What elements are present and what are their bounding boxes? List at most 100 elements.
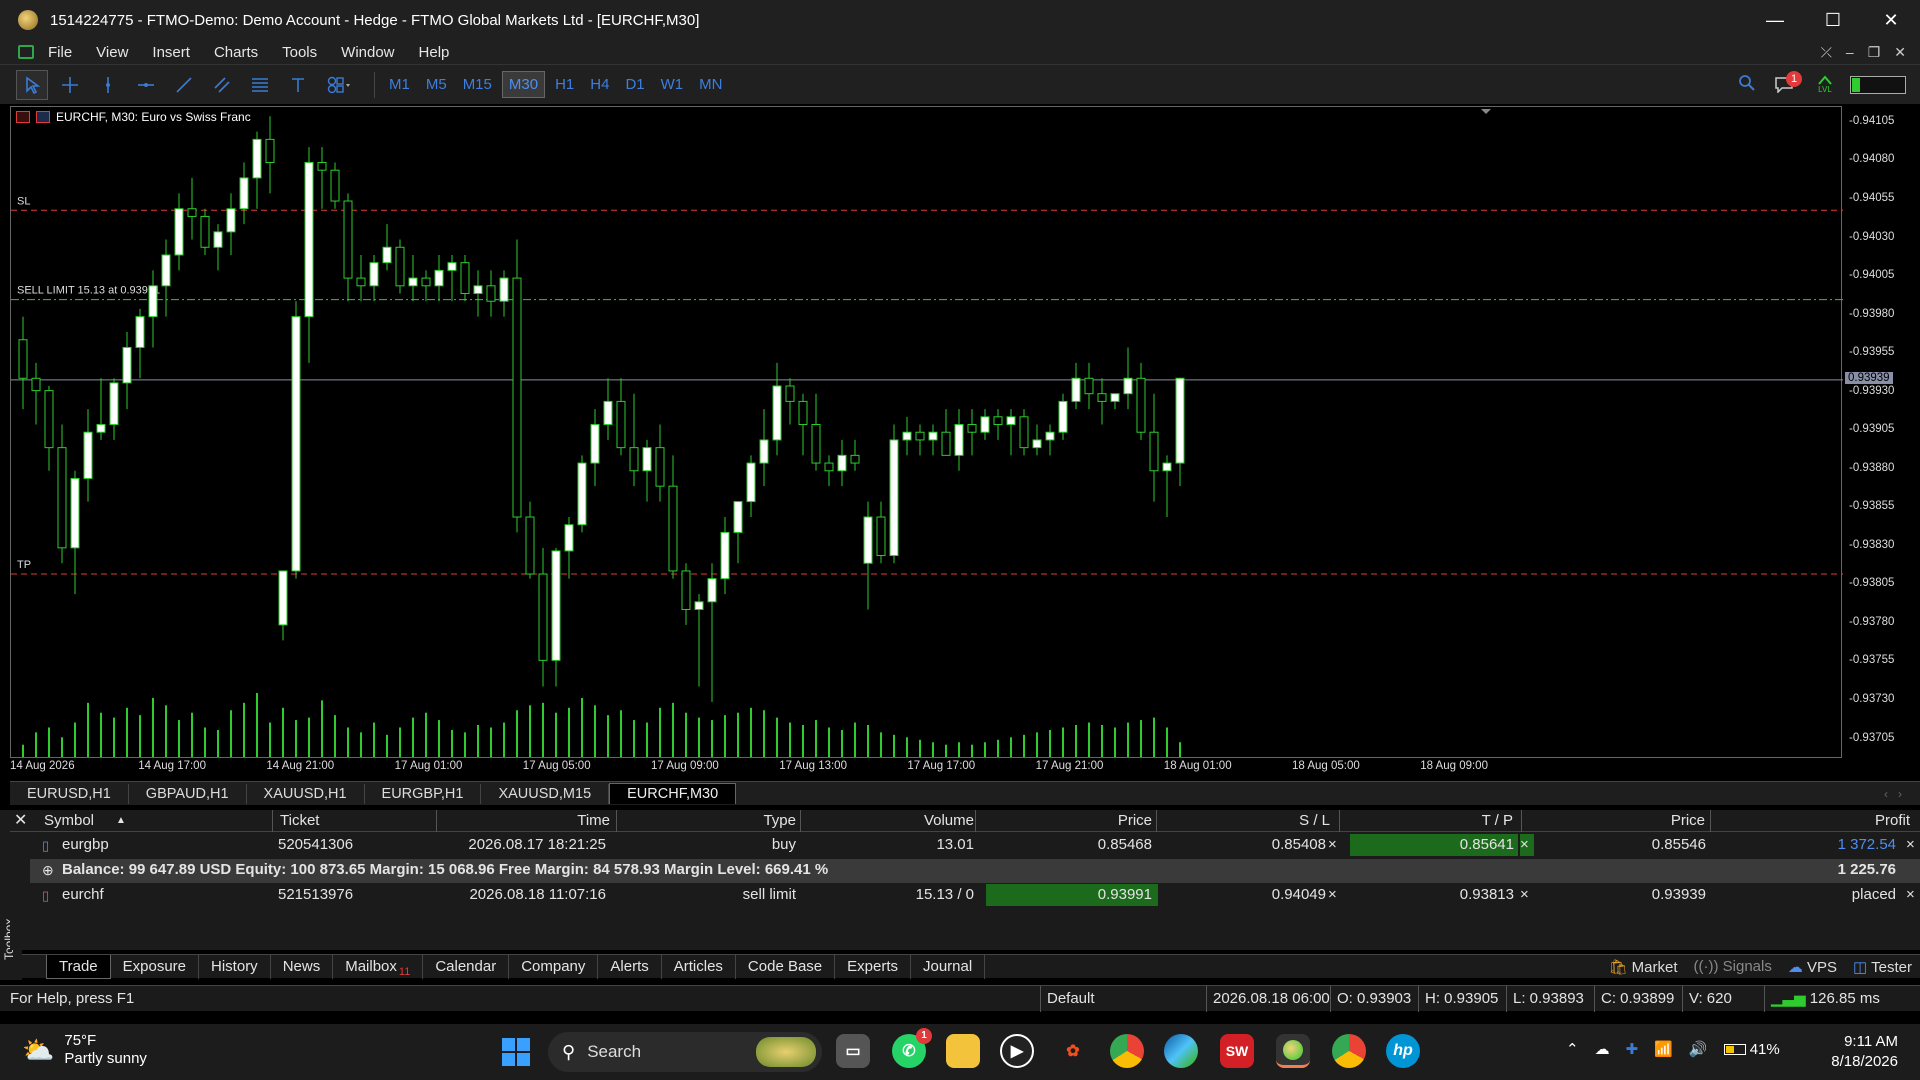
tab-trade[interactable]: Trade (46, 954, 111, 979)
col-price[interactable]: Price (980, 810, 1152, 832)
tab-scroll-arrows[interactable]: ‹ › (1884, 787, 1902, 801)
status-ping[interactable]: ▁▃▅ 126.85 ms (1764, 986, 1914, 1012)
metatrader-taskbar-icon[interactable] (1276, 1034, 1310, 1068)
shapes-tool-icon[interactable] (320, 70, 360, 100)
vps-link[interactable]: ☁ VPS (1788, 958, 1837, 976)
fibonacci-icon[interactable] (244, 70, 276, 100)
order-row-eurchf[interactable]: ▯ eurchf 521513976 2026.08.18 11:07:16 s… (30, 884, 1920, 908)
vertical-line-icon[interactable] (92, 70, 124, 100)
time-axis[interactable]: 14 Aug 2026 14 Aug 17:00 14 Aug 21:00 17 Au… (10, 758, 1842, 778)
col-volume[interactable]: Volume (804, 810, 974, 832)
trendline-icon[interactable] (168, 70, 200, 100)
chart-tab-gbpaud-h1[interactable]: GBPAUD,H1 (129, 783, 247, 804)
timeframe-m5[interactable]: M5 (420, 72, 453, 97)
solidworks-icon[interactable]: SW (1220, 1034, 1254, 1068)
chrome-icon[interactable] (1110, 1034, 1144, 1068)
chart-tab-xauusd-m15[interactable]: XAUUSD,M15 (481, 783, 610, 804)
timeframe-w1[interactable]: W1 (655, 72, 690, 97)
notifications-icon[interactable]: 1 (1774, 70, 1802, 95)
timeframe-h4[interactable]: H4 (584, 72, 615, 97)
chart-area[interactable]: SL TP SELL LIMIT 15.13 at 0.93991 (10, 106, 1843, 758)
chart-tab-eurgbp-h1[interactable]: EURGBP,H1 (365, 783, 482, 804)
close-terminal-icon[interactable]: ✕ (14, 810, 30, 832)
close-position-icon[interactable]: × (1906, 834, 1920, 856)
minimize-button[interactable]: — (1746, 10, 1804, 31)
col-time[interactable]: Time (440, 810, 610, 832)
row-sl[interactable]: 0.85408 (1160, 834, 1326, 856)
menu-file[interactable]: File (38, 44, 86, 61)
status-profile[interactable]: Default (1040, 986, 1206, 1012)
menu-insert[interactable]: Insert (142, 44, 204, 61)
onedrive-icon[interactable]: ☁ (1595, 1040, 1610, 1058)
unpin-icon[interactable]: ⤫ (1821, 44, 1832, 61)
hp-icon[interactable]: hp (1386, 1034, 1420, 1068)
col-ticket[interactable]: Ticket (280, 810, 430, 832)
tab-calendar[interactable]: Calendar (423, 954, 510, 979)
close-button[interactable]: ✕ (1862, 10, 1920, 31)
chrome-profile-icon[interactable] (1332, 1034, 1366, 1068)
col-tp[interactable]: T / P (1343, 810, 1513, 832)
menu-charts[interactable]: Charts (204, 44, 272, 61)
menu-help[interactable]: Help (409, 44, 464, 61)
figma-icon[interactable]: ✿ (1056, 1034, 1090, 1068)
channel-icon[interactable] (206, 70, 238, 100)
row-price[interactable]: 0.93991 (986, 884, 1158, 906)
timeframe-mn[interactable]: MN (693, 72, 728, 97)
signals-link[interactable]: ((·)) Signals (1694, 958, 1772, 976)
volume-icon[interactable]: 🔊 (1689, 1040, 1708, 1058)
child-minimize-button[interactable]: – (1846, 44, 1854, 61)
tab-articles[interactable]: Articles (662, 954, 736, 979)
tray-overflow-icon[interactable]: ⌃ (1566, 1040, 1579, 1058)
tab-exposure[interactable]: Exposure (111, 954, 200, 979)
security-icon[interactable]: ✚ (1626, 1040, 1639, 1058)
tab-history[interactable]: History (199, 954, 271, 979)
cursor-tool-icon[interactable] (16, 69, 48, 100)
file-explorer-icon[interactable] (946, 1034, 980, 1068)
edge-icon[interactable] (1164, 1034, 1198, 1068)
timeframe-m15[interactable]: M15 (457, 72, 498, 97)
horizontal-line-icon[interactable] (130, 70, 162, 100)
menu-view[interactable]: View (86, 44, 142, 61)
text-tool-icon[interactable] (282, 70, 314, 100)
market-link[interactable]: 🛍 Market (1608, 958, 1677, 976)
chart-tab-eurusd-h1[interactable]: EURUSD,H1 (10, 783, 129, 804)
remove-sl-icon[interactable]: × (1328, 834, 1342, 856)
row-tp[interactable]: 0.85641 (1350, 834, 1518, 856)
tester-link[interactable]: ◫ Tester (1853, 958, 1912, 976)
tab-news[interactable]: News (271, 954, 334, 979)
chart-tab-eurchf-m30[interactable]: EURCHF,M30 (609, 783, 737, 804)
menu-window[interactable]: Window (331, 44, 408, 61)
start-button[interactable] (502, 1038, 530, 1066)
child-restore-button[interactable]: ❐ (1868, 44, 1881, 61)
task-view-icon[interactable]: ▭ (836, 1034, 870, 1068)
tab-company[interactable]: Company (509, 954, 599, 979)
tab-alerts[interactable]: Alerts (598, 954, 662, 979)
chart-tab-xauusd-h1[interactable]: XAUUSD,H1 (247, 783, 365, 804)
timeframe-d1[interactable]: D1 (619, 72, 650, 97)
tab-code-base[interactable]: Code Base (736, 954, 836, 979)
col-current-price[interactable]: Price (1525, 810, 1705, 832)
wifi-icon[interactable]: 📶 (1654, 1040, 1673, 1058)
tab-mailbox[interactable]: Mailbox 11 (333, 954, 424, 979)
timeframe-m1[interactable]: M1 (383, 72, 416, 97)
remove-sl-icon[interactable]: × (1328, 884, 1342, 906)
taskbar-search[interactable]: ⚲ Search (548, 1032, 822, 1072)
row-tp[interactable]: 0.93813 (1350, 884, 1518, 906)
weather-widget[interactable]: ⛅ 75°F Partly sunny (22, 1032, 147, 1068)
tab-journal[interactable]: Journal (911, 954, 986, 979)
timeframe-m30[interactable]: M30 (501, 71, 546, 98)
media-player-icon[interactable]: ▶ (1000, 1034, 1034, 1068)
col-type[interactable]: Type (620, 810, 796, 832)
delete-order-icon[interactable]: × (1906, 884, 1920, 906)
clock[interactable]: 9:11 AM 8/18/2026 (1818, 1032, 1898, 1072)
maximize-button[interactable]: ☐ (1804, 10, 1862, 31)
whatsapp-icon[interactable]: ✆ 1 (892, 1028, 932, 1068)
col-sl[interactable]: S / L (1160, 810, 1330, 832)
row-sl[interactable]: 0.94049 (1160, 884, 1326, 906)
timeframe-h1[interactable]: H1 (549, 72, 580, 97)
battery-indicator[interactable]: 41% (1723, 1041, 1780, 1058)
child-close-button[interactable]: ✕ (1894, 44, 1906, 61)
search-icon[interactable] (1738, 74, 1756, 96)
col-profit[interactable]: Profit (1714, 810, 1910, 832)
crosshair-tool-icon[interactable] (54, 70, 86, 100)
